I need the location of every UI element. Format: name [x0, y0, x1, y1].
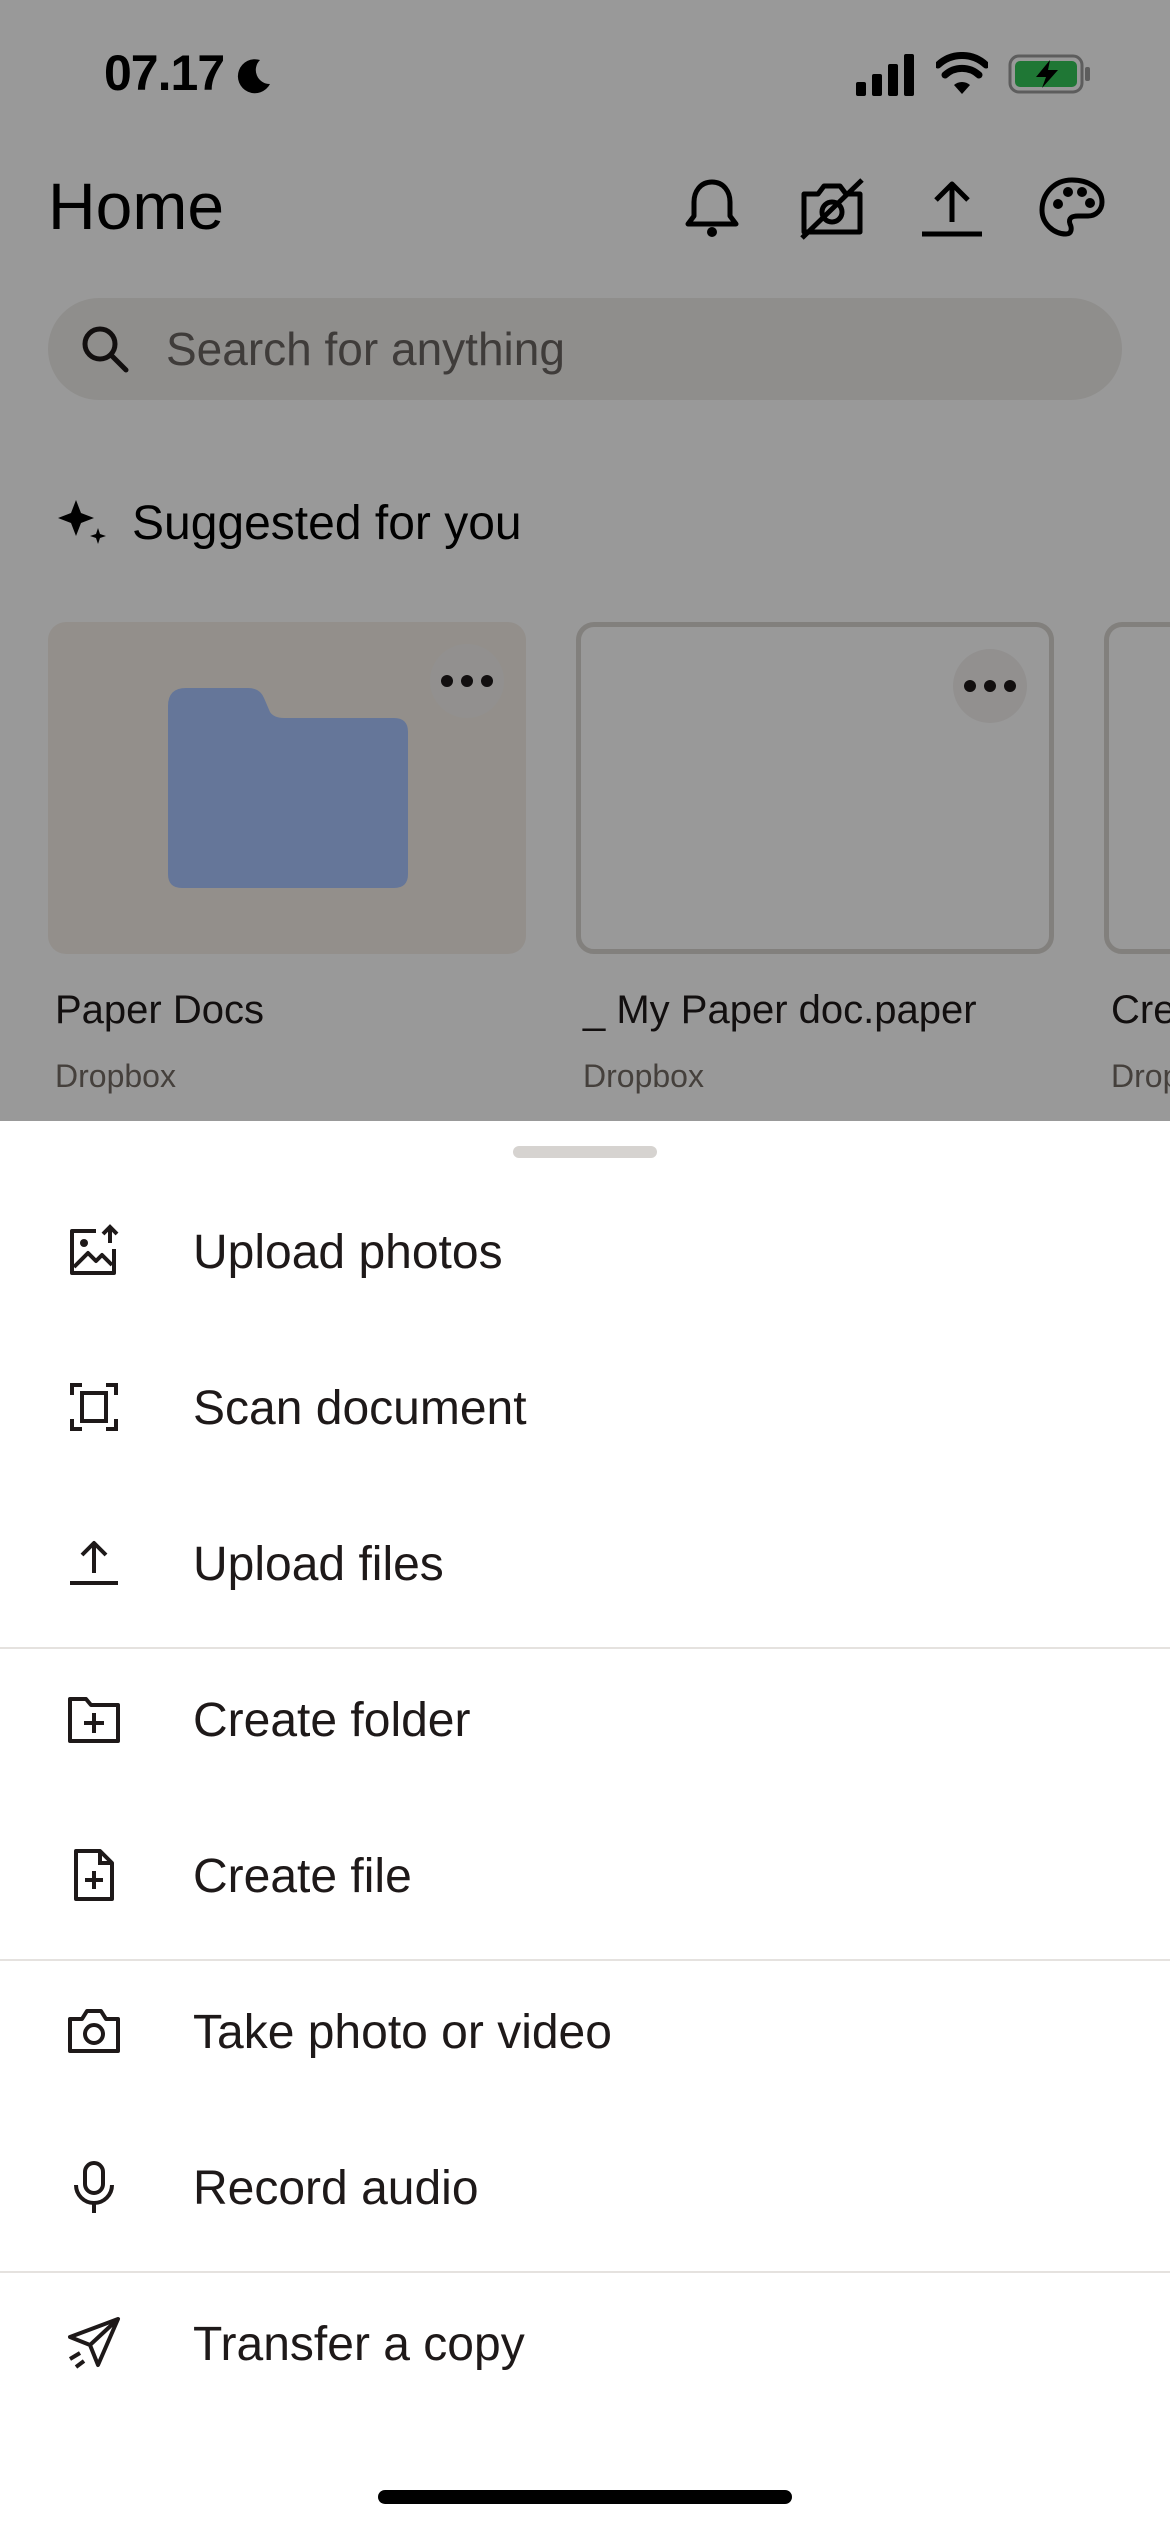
menu-item-label: Create file — [193, 1850, 412, 1903]
send-icon — [66, 2315, 122, 2371]
menu-item-label: Record audio — [193, 2162, 479, 2215]
upload-photos-icon — [66, 1223, 122, 1279]
menu-item-transfer-copy[interactable]: Transfer a copy — [0, 2265, 1170, 2421]
modal-scrim[interactable] — [0, 0, 1170, 1121]
menu-item-label: Transfer a copy — [193, 2318, 525, 2371]
create-folder-icon — [66, 1691, 122, 1747]
microphone-icon — [66, 2159, 122, 2215]
sheet-grabber[interactable] — [513, 1146, 657, 1158]
menu-item-create-folder[interactable]: Create folder — [0, 1641, 1170, 1797]
menu-item-upload-files[interactable]: Upload files — [0, 1485, 1170, 1641]
menu-item-label: Scan document — [193, 1382, 527, 1435]
menu-item-label: Upload files — [193, 1538, 444, 1591]
menu-item-take-photo[interactable]: Take photo or video — [0, 1953, 1170, 2109]
home-screen: 07.17 Home Search for anything Suggested… — [0, 0, 1170, 1121]
home-indicator[interactable] — [378, 2490, 792, 2504]
menu-item-record-audio[interactable]: Record audio — [0, 2109, 1170, 2265]
create-file-icon — [66, 1847, 122, 1903]
menu-item-label: Upload photos — [193, 1226, 503, 1279]
menu-item-scan-document[interactable]: Scan document — [0, 1329, 1170, 1485]
menu-item-label: Create folder — [193, 1694, 471, 1747]
create-action-sheet: Upload photos Scan document Upload files… — [0, 1121, 1170, 2532]
menu-item-create-file[interactable]: Create file — [0, 1797, 1170, 1953]
menu-item-label: Take photo or video — [193, 2006, 612, 2059]
upload-icon — [66, 1535, 122, 1591]
menu-item-upload-photos[interactable]: Upload photos — [0, 1173, 1170, 1329]
scan-document-icon — [66, 1379, 122, 1435]
camera-icon — [66, 2003, 122, 2059]
